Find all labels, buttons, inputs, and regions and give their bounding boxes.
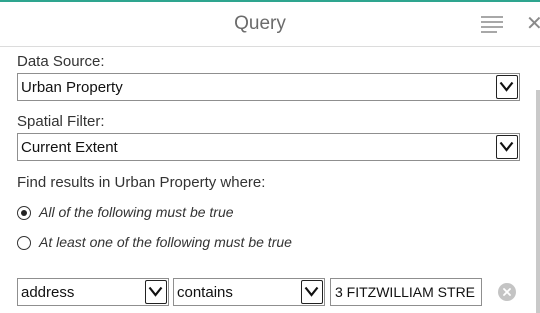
panel-header: Query ✕ <box>0 2 540 47</box>
find-results-label: Find results in Urban Property where: <box>17 174 266 191</box>
chevron-down-icon[interactable] <box>145 280 167 304</box>
condition-field-select[interactable]: address <box>17 278 169 306</box>
radio-any-true-label: At least one of the following must be tr… <box>39 234 292 250</box>
panel-title: Query <box>234 13 286 34</box>
condition-value-field[interactable] <box>330 278 485 306</box>
chevron-down-icon[interactable] <box>496 75 518 99</box>
condition-operator-value: contains <box>177 284 233 301</box>
spatial-filter-label: Spatial Filter: <box>17 113 105 130</box>
chevron-down-icon[interactable] <box>496 135 518 159</box>
close-icon[interactable]: ✕ <box>526 11 540 36</box>
radio-button[interactable] <box>17 236 31 250</box>
radio-button-selected[interactable] <box>17 206 31 220</box>
spatial-filter-select[interactable]: Current Extent <box>17 133 520 161</box>
condition-value-input[interactable] <box>331 279 485 305</box>
condition-field-value: address <box>21 284 75 301</box>
data-source-label: Data Source: <box>17 53 105 70</box>
spatial-filter-value: Current Extent <box>21 139 118 156</box>
data-source-select[interactable]: Urban Property <box>17 73 520 101</box>
remove-circle-icon[interactable] <box>498 283 516 301</box>
chevron-down-icon[interactable] <box>301 280 323 304</box>
condition-operator-select[interactable]: contains <box>173 278 325 306</box>
data-source-value: Urban Property <box>21 79 123 96</box>
scrollbar[interactable] <box>536 90 540 313</box>
hamburger-menu-icon[interactable] <box>481 16 503 33</box>
radio-all-true-label: All of the following must be true <box>39 204 234 220</box>
